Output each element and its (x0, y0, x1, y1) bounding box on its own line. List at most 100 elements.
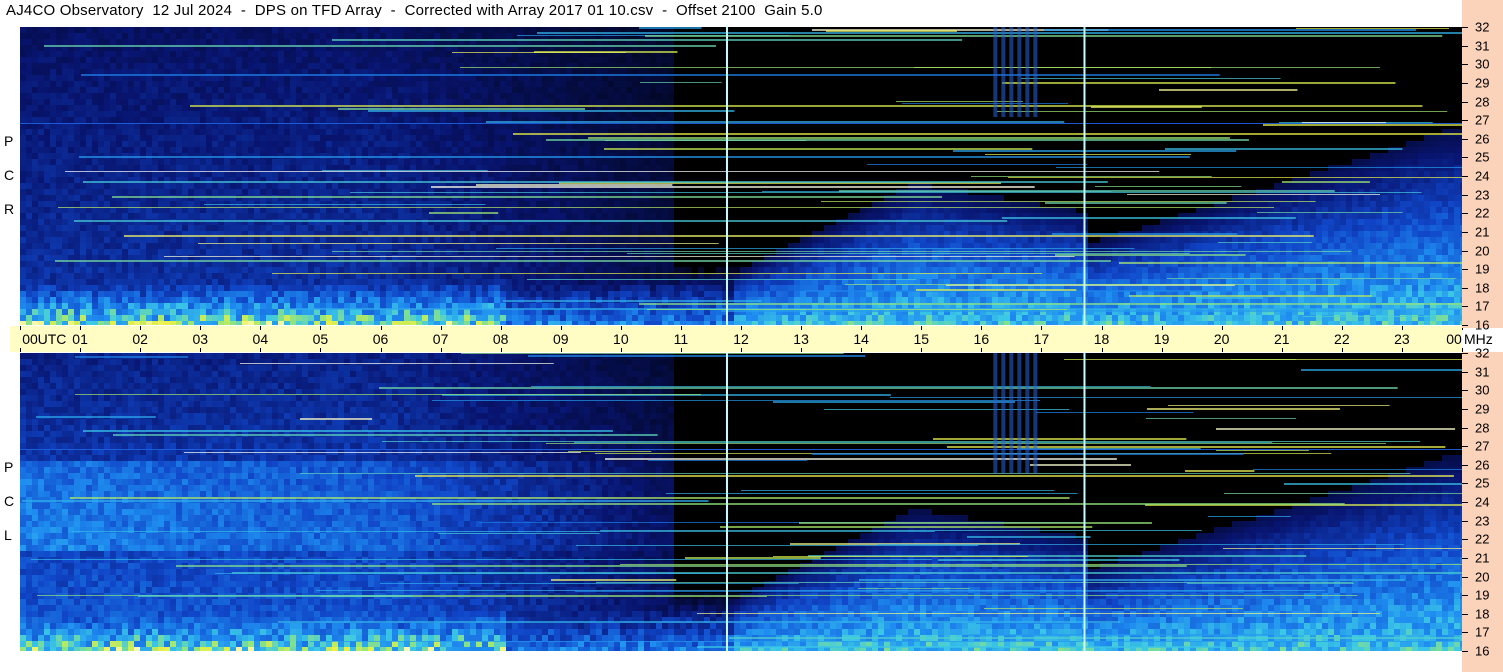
spectrogram-cell (212, 33, 218, 39)
spectrogram-cell (326, 33, 332, 39)
spectrogram-cell (152, 267, 158, 273)
spectrogram-cell (428, 279, 434, 285)
spectrogram-cell (530, 57, 536, 63)
spectrogram-cell (122, 111, 128, 117)
spectrogram-cell (434, 87, 440, 93)
spectrogram-cell (374, 93, 380, 99)
spectrogram-cell (62, 243, 68, 249)
spectrogram-cell (428, 27, 434, 33)
spectrogram-cell (440, 51, 446, 57)
spectrogram-cell (182, 87, 188, 93)
spectrogram-cell (560, 87, 566, 93)
spectrogram-cell (482, 267, 488, 273)
spectrogram-cell (392, 291, 398, 297)
spectrogram-cell (596, 291, 602, 297)
spectrogram-cell (302, 159, 308, 165)
spectrogram-cell (80, 159, 86, 165)
spectrogram-cell (230, 249, 236, 255)
spectrogram-cell (218, 87, 224, 93)
spectrogram-cell (182, 117, 188, 123)
spectrogram-cell (182, 105, 188, 111)
spectrogram-cell (68, 129, 74, 135)
spectrogram-cell (158, 303, 164, 309)
spectrogram-cell (434, 267, 440, 273)
spectrogram-cell (224, 213, 230, 219)
spectrogram-cell (92, 135, 98, 141)
spectrogram-cell (332, 99, 338, 105)
spectrogram-cell (314, 57, 320, 63)
spectrogram-cell (476, 57, 482, 63)
spectrogram-cell (464, 33, 470, 39)
spectrogram-cell (74, 315, 80, 321)
spectrogram-cell (272, 213, 278, 219)
spectrogram-cell (140, 117, 146, 123)
spectrogram-cell (380, 81, 386, 87)
spectrogram-cell (290, 33, 296, 39)
spectrogram-cell (104, 201, 110, 207)
spectrogram-cell (440, 291, 446, 297)
spectrogram-cell (260, 309, 266, 315)
spectrogram-cell (92, 309, 98, 315)
spectrogram-cell (572, 165, 578, 171)
spectrogram-cell (104, 51, 110, 57)
spectrogram-cell (248, 111, 254, 117)
spectrogram-cell (302, 117, 308, 123)
chart-title: AJ4CO Observatory 12 Jul 2024 - DPS on T… (6, 2, 823, 19)
spectrogram-cell (362, 87, 368, 93)
spectrogram-cell (590, 321, 596, 325)
spectrogram-cell (164, 183, 170, 189)
spectrogram-cell (218, 27, 224, 33)
spectrogram-cell (200, 321, 206, 325)
spectrogram-cell (44, 99, 50, 105)
spectrogram-cell (176, 99, 182, 105)
spectrogram-cell (416, 285, 422, 291)
spectrogram-cell (416, 117, 422, 123)
spectrogram-cell (80, 285, 86, 291)
spectrogram-cell (38, 231, 44, 237)
spectrogram-cell (134, 105, 140, 111)
spectrogram-cell (116, 243, 122, 249)
spectrogram-cell (134, 165, 140, 171)
spectrogram-cell (212, 279, 218, 285)
spectrogram-cell (230, 27, 236, 33)
spectrogram-cell (80, 291, 86, 297)
spectrogram-cell (176, 63, 182, 69)
spectrogram-cell (182, 273, 188, 279)
spectrogram-cell (98, 231, 104, 237)
spectrogram-cell (74, 273, 80, 279)
spectrogram-cell (560, 81, 566, 87)
spectrogram-cell (152, 99, 158, 105)
spectrogram-cell (608, 81, 614, 87)
spectrogram-cell (20, 33, 26, 39)
spectrogram-cell (272, 63, 278, 69)
spectrogram-cell (356, 111, 362, 117)
spectrogram-cell (50, 243, 56, 249)
spectrogram-cell (470, 237, 476, 243)
spectrogram-cell (38, 201, 44, 207)
spectrogram-cell (56, 117, 62, 123)
spectrogram-cell (560, 165, 566, 171)
spectrogram-cell (44, 309, 50, 315)
spectrogram-cell (50, 225, 56, 231)
spectrogram-cell (272, 315, 278, 321)
spectrogram-cell (254, 309, 260, 315)
spectrogram-cell (86, 129, 92, 135)
spectrogram-cell (170, 321, 176, 325)
spectrogram-cell (356, 315, 362, 321)
spectrogram-cell (374, 99, 380, 105)
spectrogram-cell (176, 33, 182, 39)
spectrogram-cell (32, 51, 38, 57)
spectrogram-cell (212, 39, 218, 45)
spectrogram-cell (50, 81, 56, 87)
spectrogram-cell (110, 159, 116, 165)
spectrogram-cell (68, 39, 74, 45)
spectrogram-cell (434, 117, 440, 123)
spectrogram-cell (176, 291, 182, 297)
spectrogram-cell (296, 39, 302, 45)
spectrogram-cell (104, 183, 110, 189)
spectrogram-cell (152, 81, 158, 87)
spectrogram-cell (470, 159, 476, 165)
spectrogram-cell (74, 267, 80, 273)
spectrogram-cell (278, 183, 284, 189)
spectrogram-cell (566, 291, 572, 297)
